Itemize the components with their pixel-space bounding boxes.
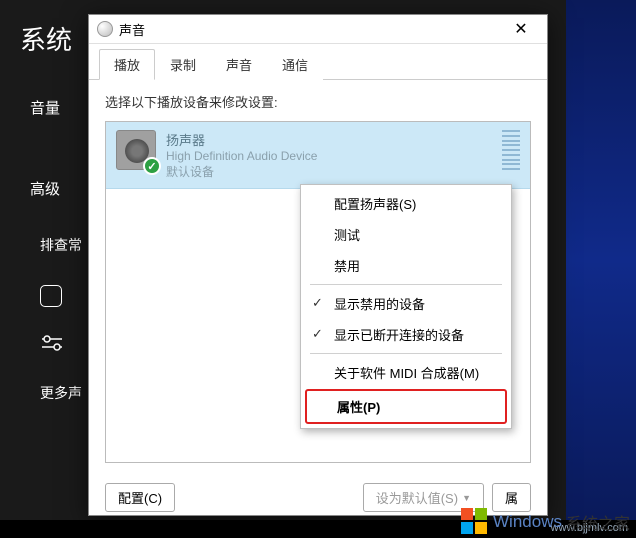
level-meter-icon: [502, 130, 520, 170]
highlight-box: 属性(P): [305, 389, 507, 424]
mixer-icon: [40, 333, 64, 353]
windows-logo-icon: [461, 508, 489, 536]
device-item-speaker[interactable]: ✓ 扬声器 High Definition Audio Device 默认设备: [106, 122, 530, 189]
chevron-down-icon: ▼: [462, 493, 471, 503]
menu-properties[interactable]: 属性(P): [307, 391, 505, 422]
device-info: 扬声器 High Definition Audio Device 默认设备: [166, 130, 496, 180]
configure-button[interactable]: 配置(C): [105, 483, 175, 512]
device-status: 默认设备: [166, 163, 496, 180]
check-icon: ✓: [312, 326, 323, 342]
menu-about-midi[interactable]: 关于软件 MIDI 合成器(M): [304, 357, 508, 388]
menu-test[interactable]: 测试: [304, 219, 508, 250]
properties-bottom-label: 属: [505, 488, 518, 507]
menu-separator: [310, 353, 502, 354]
check-icon: ✓: [312, 295, 323, 311]
close-button[interactable]: ✕: [503, 15, 539, 43]
sound-icon: [97, 21, 113, 37]
tab-recording[interactable]: 录制: [155, 49, 211, 80]
menu-show-disconnected-label: 显示已断开连接的设备: [334, 328, 464, 343]
tab-bar: 播放 录制 声音 通信: [89, 44, 547, 80]
menu-show-disabled-label: 显示禁用的设备: [334, 297, 425, 312]
dialog-titlebar: 声音 ✕: [89, 15, 547, 44]
menu-show-disabled[interactable]: ✓ 显示禁用的设备: [304, 288, 508, 319]
menu-show-disconnected[interactable]: ✓ 显示已断开连接的设备: [304, 319, 508, 350]
set-default-label: 设为默认值(S): [376, 488, 458, 507]
device-name: 扬声器: [166, 130, 496, 149]
instruction-text: 选择以下播放设备来修改设置:: [105, 92, 531, 111]
watermark-suffix: 系统之家: [566, 510, 630, 534]
default-check-icon: ✓: [143, 157, 161, 175]
tab-sounds[interactable]: 声音: [211, 49, 267, 80]
tab-playback[interactable]: 播放: [99, 49, 155, 80]
background-gradient: [566, 0, 636, 520]
menu-configure-speaker[interactable]: 配置扬声器(S): [304, 188, 508, 219]
watermark: Windows 系统之家: [461, 508, 630, 536]
speaker-box-icon: [40, 285, 62, 307]
speaker-device-icon: ✓: [116, 130, 156, 170]
configure-label: 配置(C): [118, 488, 162, 507]
dialog-title: 声音: [119, 20, 503, 39]
watermark-brand: Windows: [493, 512, 562, 532]
menu-separator: [310, 284, 502, 285]
context-menu: 配置扬声器(S) 测试 禁用 ✓ 显示禁用的设备 ✓ 显示已断开连接的设备 关于…: [300, 184, 512, 429]
tab-communications[interactable]: 通信: [267, 49, 323, 80]
menu-disable[interactable]: 禁用: [304, 250, 508, 281]
device-desc: High Definition Audio Device: [166, 149, 496, 163]
